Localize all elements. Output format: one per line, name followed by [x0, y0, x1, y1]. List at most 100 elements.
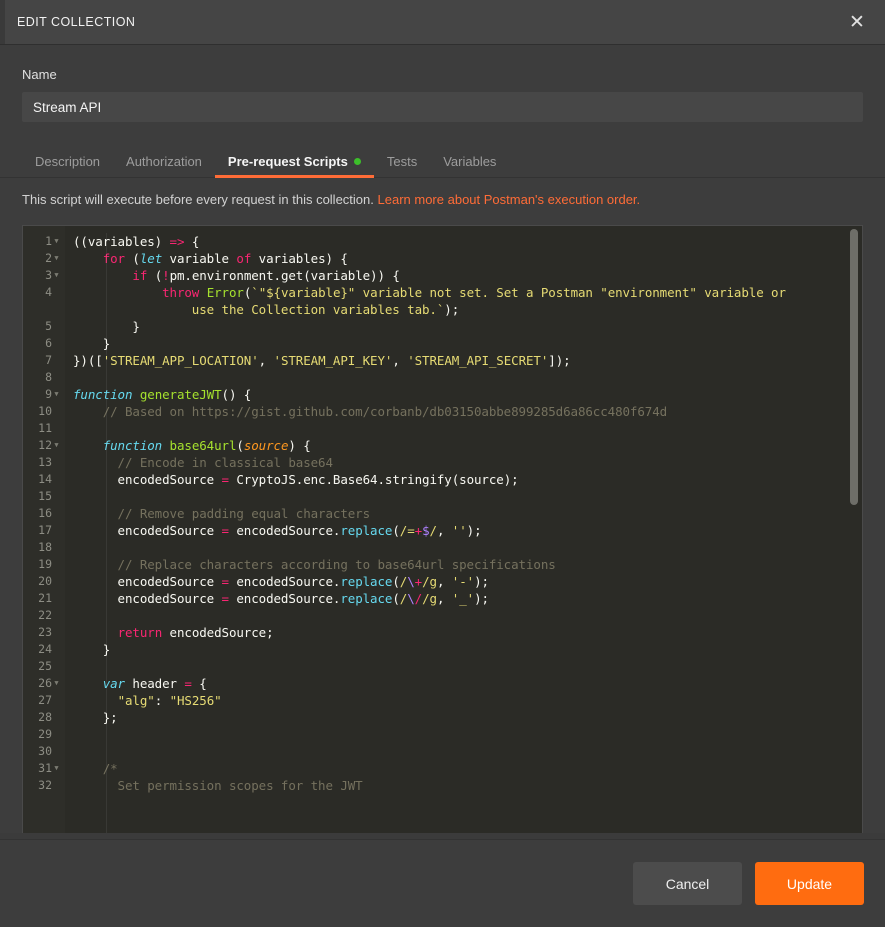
fold-arrow-icon[interactable]: ▼: [52, 760, 61, 777]
fold-spacer: ▼: [52, 505, 61, 522]
code-content[interactable]: ((variables) => { for (let variable of v…: [65, 226, 862, 833]
line-number: 28▼: [23, 709, 65, 726]
line-number: 6▼: [23, 335, 65, 352]
fold-spacer: ▼: [52, 573, 61, 590]
line-number: 30▼: [23, 743, 65, 760]
code-line: throw Error(`"${variable}" variable not …: [73, 284, 862, 301]
fold-spacer: ▼: [52, 318, 61, 335]
line-number: 26▼: [23, 675, 65, 692]
code-line: // Remove padding equal characters: [73, 505, 862, 522]
line-number: 10▼: [23, 403, 65, 420]
code-line: return encodedSource;: [73, 624, 862, 641]
code-token: encodedSource.: [229, 574, 340, 589]
modal-title: EDIT COLLECTION: [17, 15, 135, 29]
code-token: for: [103, 251, 125, 266]
fold-arrow-icon[interactable]: ▼: [52, 250, 61, 267]
code-token: 'STREAM_APP_LOCATION': [103, 353, 259, 368]
code-token: ((variables): [73, 234, 170, 249]
line-number: 31▼: [23, 760, 65, 777]
line-number: 16▼: [23, 505, 65, 522]
code-token: encodedSource: [73, 591, 222, 606]
close-icon[interactable]: ✕: [843, 8, 871, 36]
code-token: =: [222, 591, 229, 606]
code-token: "HS256": [170, 693, 222, 708]
code-token: /: [415, 591, 422, 606]
line-number: 20▼: [23, 573, 65, 590]
code-token: );: [474, 591, 489, 606]
code-line: "alg": "HS256": [73, 692, 862, 709]
code-token: $: [422, 523, 429, 538]
code-token: );: [474, 574, 489, 589]
code-line: encodedSource = encodedSource.replace(/=…: [73, 522, 862, 539]
code-token: header: [125, 676, 184, 691]
fold-spacer: ▼: [52, 726, 61, 743]
fold-spacer: ▼: [52, 369, 61, 386]
code-line: var header = {: [73, 675, 862, 692]
fold-spacer: ▼: [52, 692, 61, 709]
collection-name-input[interactable]: [22, 92, 863, 122]
line-number: 21▼: [23, 590, 65, 607]
line-number: 11▼: [23, 420, 65, 437]
fold-spacer: ▼: [52, 777, 61, 794]
code-token: [73, 693, 118, 708]
tab-label: Tests: [387, 154, 417, 169]
fold-spacer: ▼: [52, 607, 61, 624]
code-token: /: [430, 523, 437, 538]
fold-arrow-icon[interactable]: ▼: [52, 675, 61, 692]
code-token: variable: [162, 251, 236, 266]
fold-spacer: ▼: [52, 403, 61, 420]
line-number: 17▼: [23, 522, 65, 539]
fold-spacer: ▼: [52, 743, 61, 760]
code-token: ,: [437, 574, 452, 589]
code-token: encodedSource;: [162, 625, 273, 640]
code-token: ,: [392, 353, 407, 368]
tab-bar: Description AuthorizationPre-request Scri…: [0, 142, 885, 178]
code-editor[interactable]: 1▼2▼3▼4▼▼5▼6▼7▼8▼9▼10▼11▼12▼13▼14▼15▼16▼…: [22, 225, 863, 833]
execution-order-link[interactable]: Learn more about Postman's execution ord…: [378, 192, 641, 207]
editor-scrollbar[interactable]: [849, 229, 859, 830]
tab-variables[interactable]: Variables: [430, 154, 509, 177]
code-line: // Based on https://gist.github.com/corb…: [73, 403, 862, 420]
tab-description[interactable]: Description: [22, 154, 113, 177]
cancel-button[interactable]: Cancel: [633, 862, 742, 905]
editor-scrollbar-thumb[interactable]: [850, 229, 858, 505]
code-token: +: [415, 574, 422, 589]
fold-arrow-icon[interactable]: ▼: [52, 437, 61, 454]
line-number: 22▼: [23, 607, 65, 624]
tab-pre-request-scripts[interactable]: Pre-request Scripts: [215, 154, 374, 177]
fold-spacer: ▼: [52, 641, 61, 658]
code-token: `"${variable}" variable not set. Set a P…: [251, 285, 786, 300]
code-token: "alg": [118, 693, 155, 708]
code-line: [73, 539, 862, 556]
code-token: (: [125, 251, 140, 266]
code-token: replace: [340, 591, 392, 606]
fold-arrow-icon[interactable]: ▼: [52, 267, 61, 284]
line-number: 14▼: [23, 471, 65, 488]
line-number: 8▼: [23, 369, 65, 386]
code-token: '_': [452, 591, 474, 606]
code-line: encodedSource = encodedSource.replace(/\…: [73, 573, 862, 590]
fold-arrow-icon[interactable]: ▼: [52, 233, 61, 250]
fold-arrow-icon[interactable]: ▼: [52, 386, 61, 403]
code-token: base64url: [170, 438, 237, 453]
update-button[interactable]: Update: [755, 862, 864, 905]
code-line: [73, 607, 862, 624]
code-line: function generateJWT() {: [73, 386, 862, 403]
code-line: for (let variable of variables) {: [73, 250, 862, 267]
code-token: function: [103, 438, 162, 453]
code-token: ,: [437, 523, 452, 538]
code-token: /g: [422, 574, 437, 589]
code-token: [73, 268, 132, 283]
code-token: );: [444, 302, 459, 317]
tab-authorization[interactable]: Authorization: [113, 154, 215, 177]
line-number: 15▼: [23, 488, 65, 505]
fold-spacer: ▼: [52, 556, 61, 573]
code-token: encodedSource: [73, 523, 222, 538]
tab-tests[interactable]: Tests: [374, 154, 430, 177]
fold-spacer: ▼: [52, 488, 61, 505]
line-number: 5▼: [23, 318, 65, 335]
line-number: 24▼: [23, 641, 65, 658]
fold-spacer: ▼: [52, 624, 61, 641]
tab-label: Description: [35, 154, 100, 169]
code-line: // Encode in classical base64: [73, 454, 862, 471]
